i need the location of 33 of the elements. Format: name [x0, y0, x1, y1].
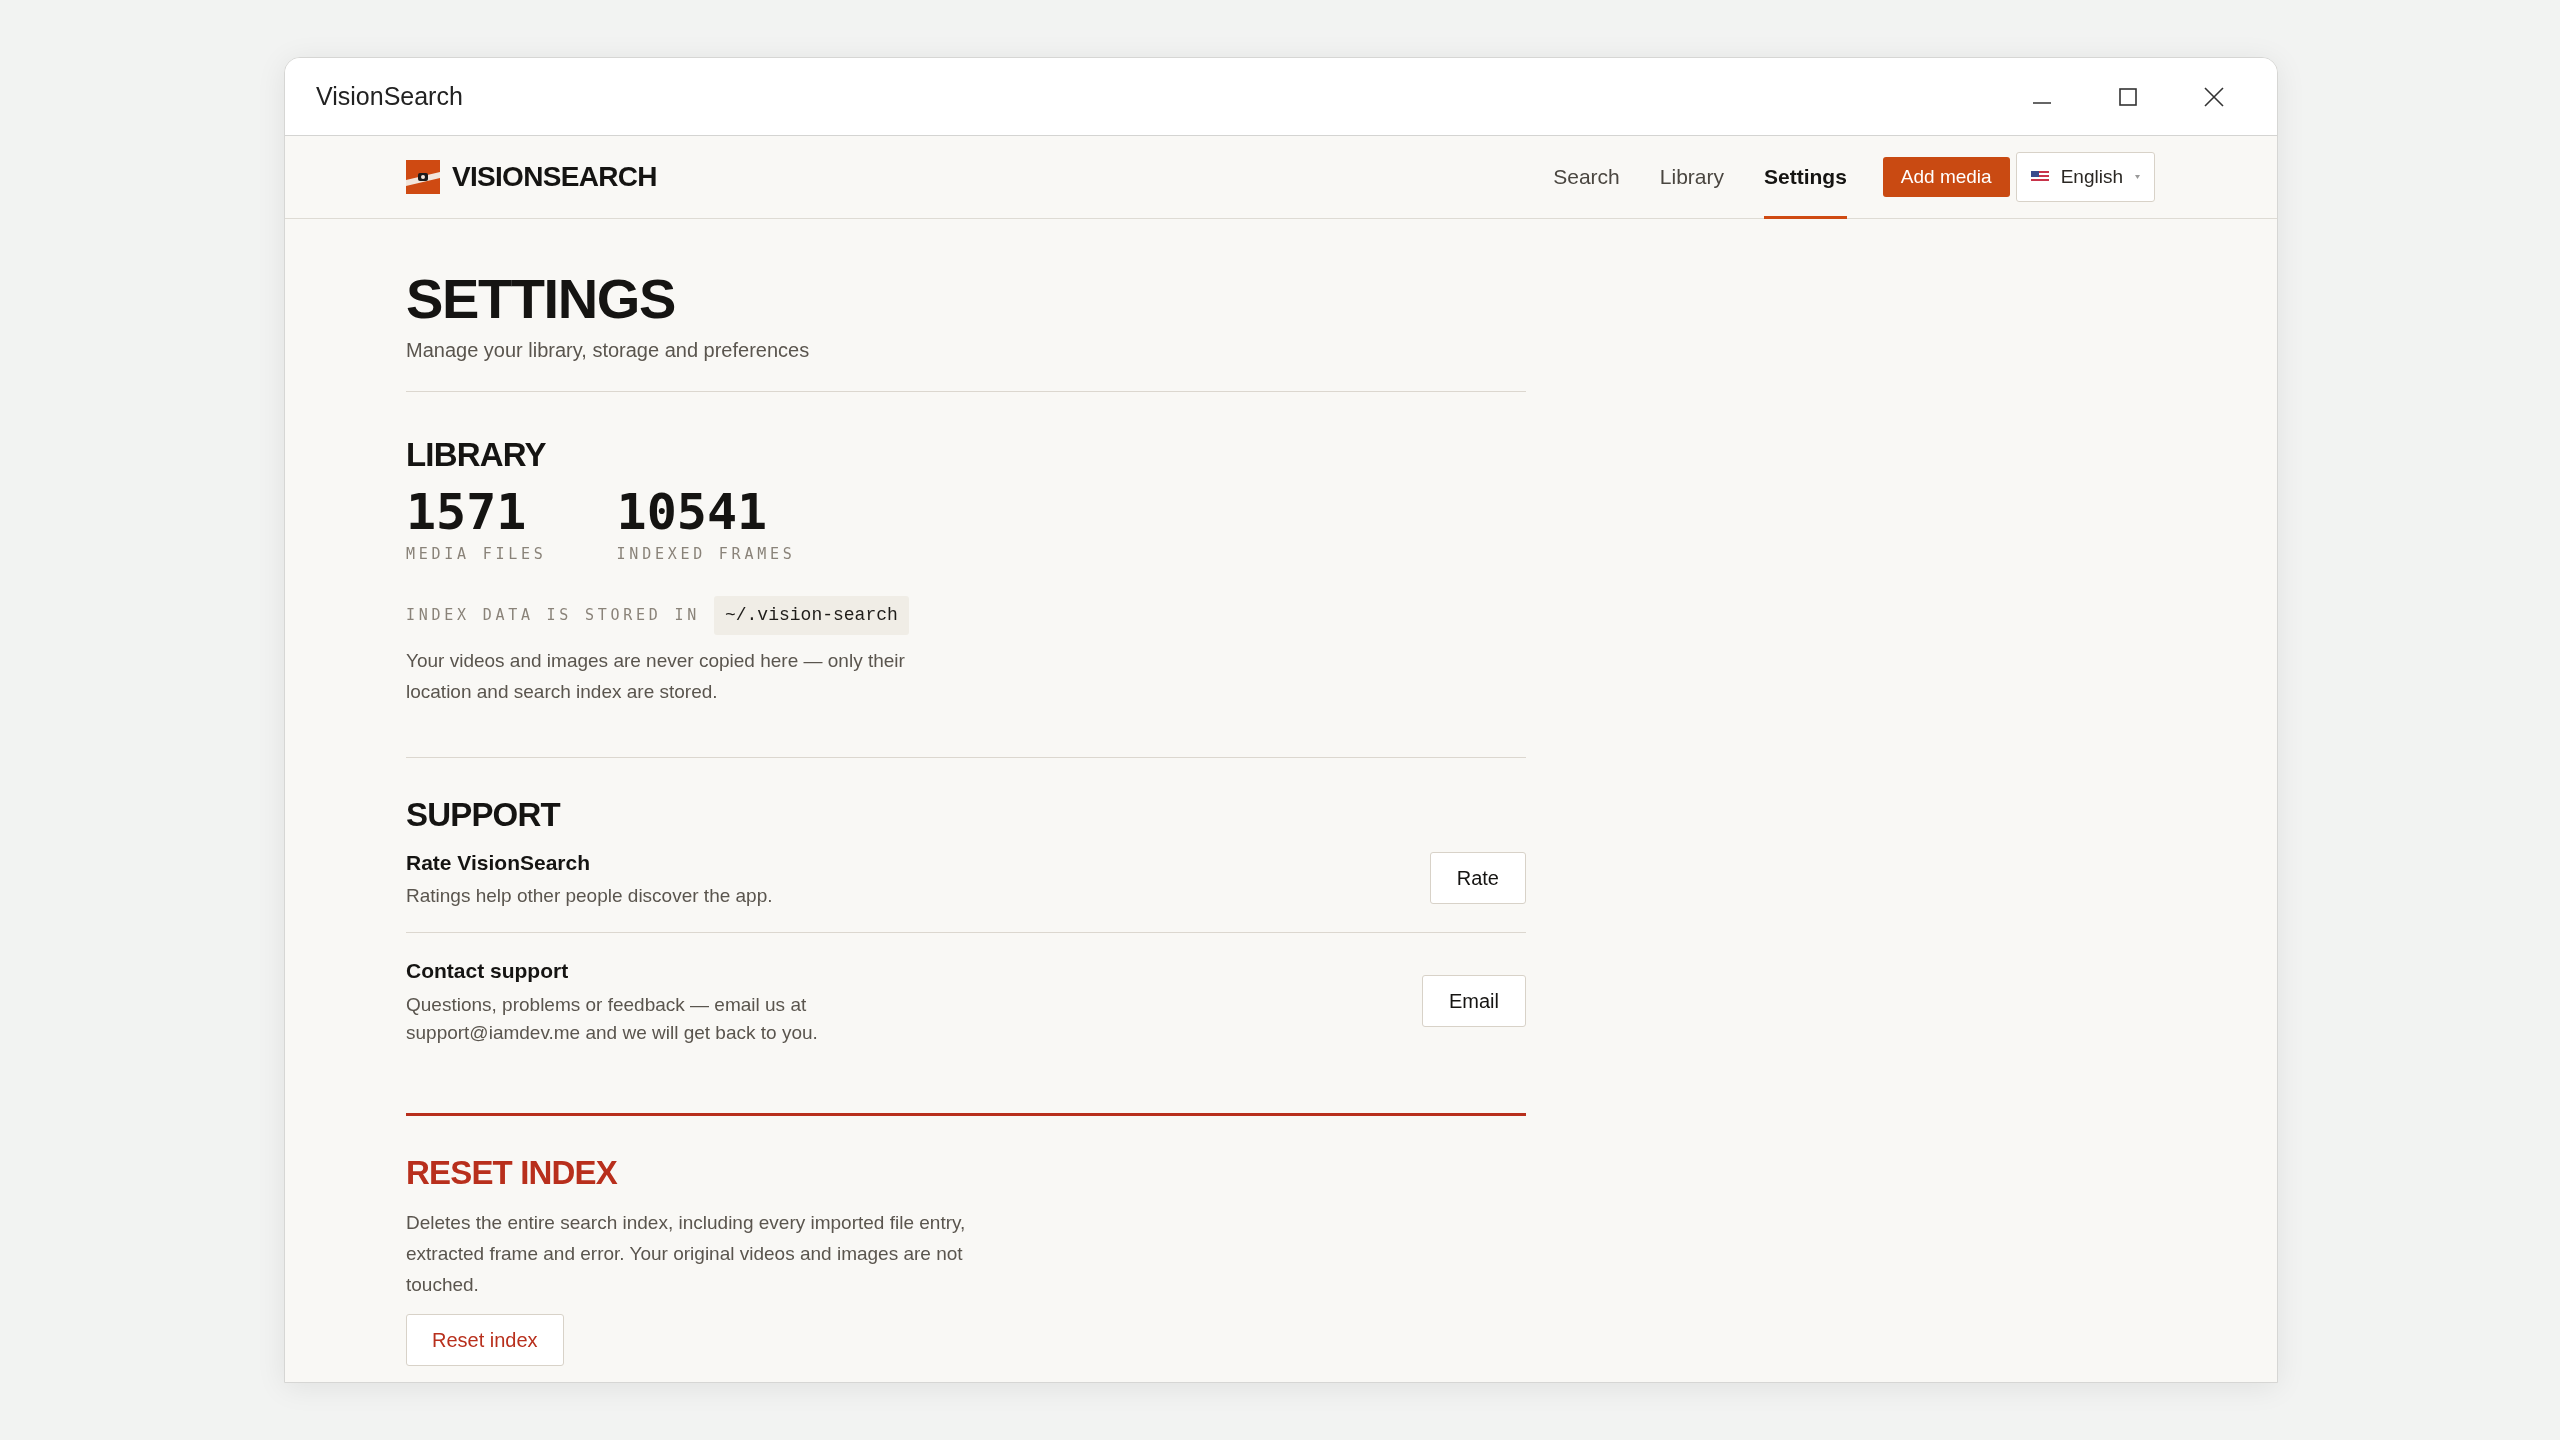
section-heading: SUPPORT: [406, 797, 562, 831]
logo-icon: [406, 160, 440, 194]
language-select[interactable]: English: [2015, 152, 2155, 202]
support-item-description: Questions, problems or feedback — email us at support@iamdev.me and we will get back to you.: [406, 992, 819, 1045]
support-button[interactable]: Email: [1422, 974, 1526, 1027]
storage-path: ~/.vision-search: [713, 595, 909, 635]
minimize-icon: [2033, 101, 2051, 104]
nav-tab[interactable]: Library: [1659, 135, 1724, 219]
stat-label: INDEXED FRAMES: [616, 544, 796, 565]
danger-heading: RESET INDEX: [406, 1155, 618, 1189]
nav-tab[interactable]: Search: [1553, 135, 1620, 219]
add-media-button[interactable]: Add media: [1882, 157, 2010, 197]
storage-note: Your videos and images are never copied here — only their location and search index are stored.: [406, 648, 906, 704]
caret-icon: [2135, 175, 2140, 179]
section-heading: LIBRARY: [406, 438, 547, 471]
support-item-title: Rate VisionSearch: [406, 849, 592, 876]
stat-value: 1571: [406, 487, 528, 537]
reset-description: Deletes the entire search index, including every imported file entry, extracted frame and error. Your original videos and images are not touched.: [406, 1210, 967, 1297]
stat-value: 10541: [616, 487, 769, 537]
close-icon: [2204, 86, 2224, 107]
storage-label: INDEX DATA IS STORED IN: [406, 604, 700, 626]
page-subtitle: Manage your library, storage and preferences: [406, 338, 811, 363]
brand-name: VISIONSEARCH: [452, 160, 658, 194]
window-title: VisionSearch: [316, 80, 464, 112]
maximize-icon: [2119, 87, 2137, 106]
stat-label: MEDIA FILES: [406, 544, 547, 565]
reset-index-button[interactable]: Reset index: [406, 1313, 564, 1366]
nav-tab[interactable]: Settings: [1764, 135, 1847, 219]
support-item-title: Contact support: [406, 958, 570, 984]
support-button[interactable]: Rate: [1429, 852, 1526, 905]
support-item-description: Ratings help other people discover the app.: [406, 884, 774, 908]
flag-icon: [2030, 171, 2049, 183]
page-title: SETTINGS: [406, 271, 676, 327]
